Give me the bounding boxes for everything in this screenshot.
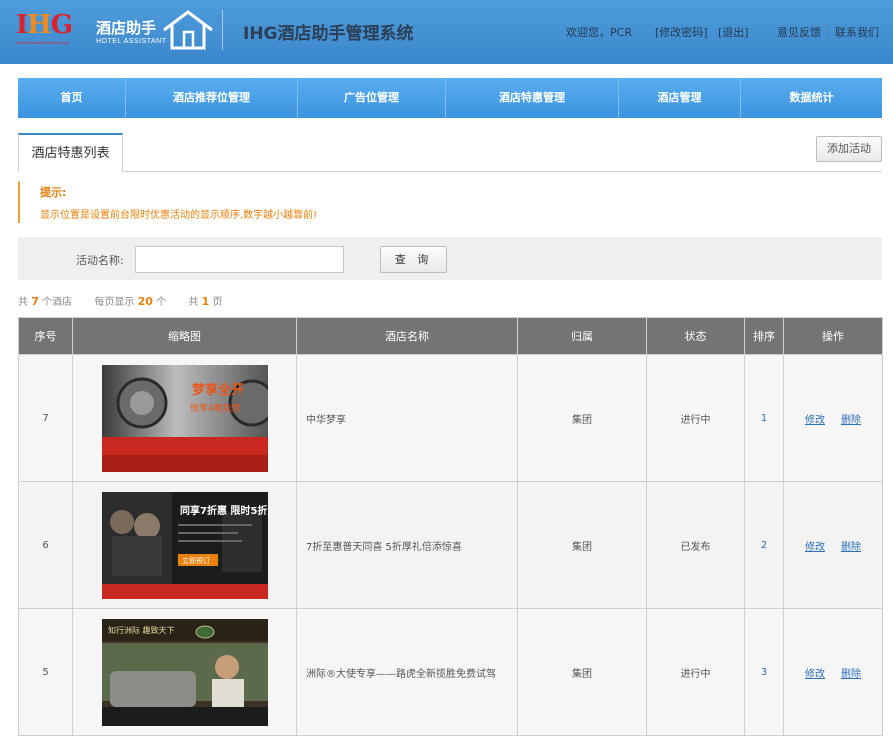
pages-prefix: 共 <box>188 297 199 308</box>
ihg-logo-sub: InterContinental Hotels Group <box>16 40 69 45</box>
table-row: 5 知行洲际 趣致天下 洲际®大使专享——路虎全新揽胜免费试驾 集团 进行中 3 <box>18 608 883 736</box>
status: 进行中 <box>646 608 745 736</box>
nav-item-ad-management[interactable]: 广告位管理 <box>298 78 446 118</box>
feedback-link[interactable]: 意见反馈 <box>777 24 821 40</box>
actions-cell: 修改 删除 <box>783 354 883 482</box>
row-id: 5 <box>18 608 73 736</box>
activity-name-label: 活动名称: <box>76 254 124 267</box>
house-icon <box>163 10 213 50</box>
owner: 集团 <box>517 481 647 609</box>
thumb-title: 梦享全开 <box>192 382 244 398</box>
table-header-row: 序号 缩略图 酒店名称 归属 状态 排序 操作 <box>18 317 883 355</box>
thumbnail-cell: 知行洲际 趣致天下 <box>72 608 297 736</box>
assistant-cn: 酒店助手 <box>96 19 157 37</box>
app-header: IHG InterContinental Hotels Group 酒店助手 H… <box>0 0 893 64</box>
deal-thumbnail[interactable]: 梦享全开 悦享4晚免费 <box>101 364 268 472</box>
thumbnail-cell: 同享7折惠 限时5折惠 立即预订 <box>72 481 297 609</box>
change-password-link[interactable]: [修改密码] <box>655 24 708 40</box>
col-header-hotel-name: 酒店名称 <box>296 317 518 355</box>
status: 已发布 <box>646 481 745 609</box>
table-row: 7 梦享全开 悦享4晚免费 中华梦享 集团 进行中 1 修改 删除 <box>18 354 883 482</box>
activity-name-input[interactable] <box>135 246 344 273</box>
search-button[interactable]: 查 询 <box>380 246 447 273</box>
delete-link[interactable]: 删除 <box>841 542 861 553</box>
sort-order[interactable]: 1 <box>744 354 784 482</box>
table-row: 6 同享7折惠 限时5折惠 立即预订 7折至惠普天同喜 5折厚礼倍添惊喜 集团 … <box>18 481 883 609</box>
notice-box: 提示: 显示位置是设置前台限时优惠活动的显示顺序,数字越小越靠前! <box>18 181 882 223</box>
page-count: 1 <box>201 295 210 308</box>
hotel-count: 7 <box>31 295 39 308</box>
ihg-logo[interactable]: IHG InterContinental Hotels Group <box>16 10 90 50</box>
thumb-title: 同享7折惠 限时5折惠 <box>180 504 268 517</box>
col-header-sort: 排序 <box>744 317 784 355</box>
hotel-name: 洲际®大使专享——路虎全新揽胜免费试驾 <box>296 608 518 736</box>
summary-prefix: 共 <box>18 297 28 308</box>
add-activity-button[interactable]: 添加活动 <box>816 136 882 162</box>
nav-item-statistics[interactable]: 数据统计 <box>741 78 882 118</box>
deal-thumbnail[interactable]: 知行洲际 趣致天下 <box>101 618 268 726</box>
edit-link[interactable]: 修改 <box>805 669 825 680</box>
pages-suffix: 页 <box>212 297 223 308</box>
summary-count-suffix: 个酒店 <box>42 297 73 308</box>
actions-cell: 修改 删除 <box>783 481 883 609</box>
per-page-prefix: 每页显示 <box>94 297 135 308</box>
tab-baseline <box>18 171 882 172</box>
notice-text: 显示位置是设置前台限时优惠活动的显示顺序,数字越小越靠前! <box>40 210 318 221</box>
per-page-count: 20 <box>137 295 153 308</box>
logout-link[interactable]: [退出] <box>718 24 749 40</box>
search-bar: 活动名称: 查 询 <box>18 237 882 280</box>
pagination-summary: 共 7 个酒店 每页显示 20 个 共 1 页 <box>18 293 223 308</box>
status: 进行中 <box>646 354 745 482</box>
col-header-status: 状态 <box>646 317 745 355</box>
edit-link[interactable]: 修改 <box>805 542 825 553</box>
edit-link[interactable]: 修改 <box>805 415 825 426</box>
col-header-id: 序号 <box>18 317 73 355</box>
nav-item-hotel-recommend[interactable]: 酒店推荐位管理 <box>126 78 298 118</box>
system-title: IHG酒店助手管理系统 <box>243 24 414 44</box>
hotel-deals-table: 序号 缩略图 酒店名称 归属 状态 排序 操作 7 梦享全开 悦享4晚免费 中华… <box>18 317 883 736</box>
actions-cell: 修改 删除 <box>783 608 883 736</box>
thumbnail-cell: 梦享全开 悦享4晚免费 <box>72 354 297 482</box>
nav-item-hotel-deals[interactable]: 酒店特惠管理 <box>446 78 619 118</box>
sort-order[interactable]: 2 <box>744 481 784 609</box>
delete-link[interactable]: 删除 <box>841 415 861 426</box>
thumb-subtitle: 立即预订 <box>182 556 210 565</box>
tab-hotel-deals-list[interactable]: 酒店特惠列表 <box>18 133 123 172</box>
nav-item-home[interactable]: 首页 <box>18 78 126 118</box>
col-header-thumbnail: 缩略图 <box>72 317 297 355</box>
header-divider <box>222 10 223 50</box>
col-header-actions: 操作 <box>783 317 883 355</box>
per-page-suffix: 个 <box>156 297 167 308</box>
main-nav: 首页 酒店推荐位管理 广告位管理 酒店特惠管理 酒店管理 数据统计 <box>18 78 882 118</box>
welcome-text: 欢迎您，PCR <box>566 26 632 39</box>
col-header-owner: 归属 <box>517 317 647 355</box>
ihg-logo-text: IHG <box>16 10 73 40</box>
nav-item-hotel-management[interactable]: 酒店管理 <box>619 78 741 118</box>
row-id: 6 <box>18 481 73 609</box>
header-separator <box>827 25 828 37</box>
thumb-subtitle: 悦享4晚免费 <box>190 402 241 414</box>
notice-title: 提示: <box>40 186 67 199</box>
owner: 集团 <box>517 608 647 736</box>
deal-thumbnail[interactable]: 同享7折惠 限时5折惠 立即预订 <box>101 491 268 599</box>
thumb-title: 知行洲际 趣致天下 <box>108 625 175 635</box>
owner: 集团 <box>517 354 647 482</box>
hotel-name: 中华梦享 <box>296 354 518 482</box>
row-id: 7 <box>18 354 73 482</box>
contact-link[interactable]: 联系我们 <box>835 24 879 40</box>
sort-order[interactable]: 3 <box>744 608 784 736</box>
delete-link[interactable]: 删除 <box>841 669 861 680</box>
hotel-name: 7折至惠普天同喜 5折厚礼倍添惊喜 <box>296 481 518 609</box>
hotel-assistant-brand: 酒店助手 HOTEL ASSISTANT <box>96 19 167 46</box>
assistant-en: HOTEL ASSISTANT <box>96 38 167 45</box>
